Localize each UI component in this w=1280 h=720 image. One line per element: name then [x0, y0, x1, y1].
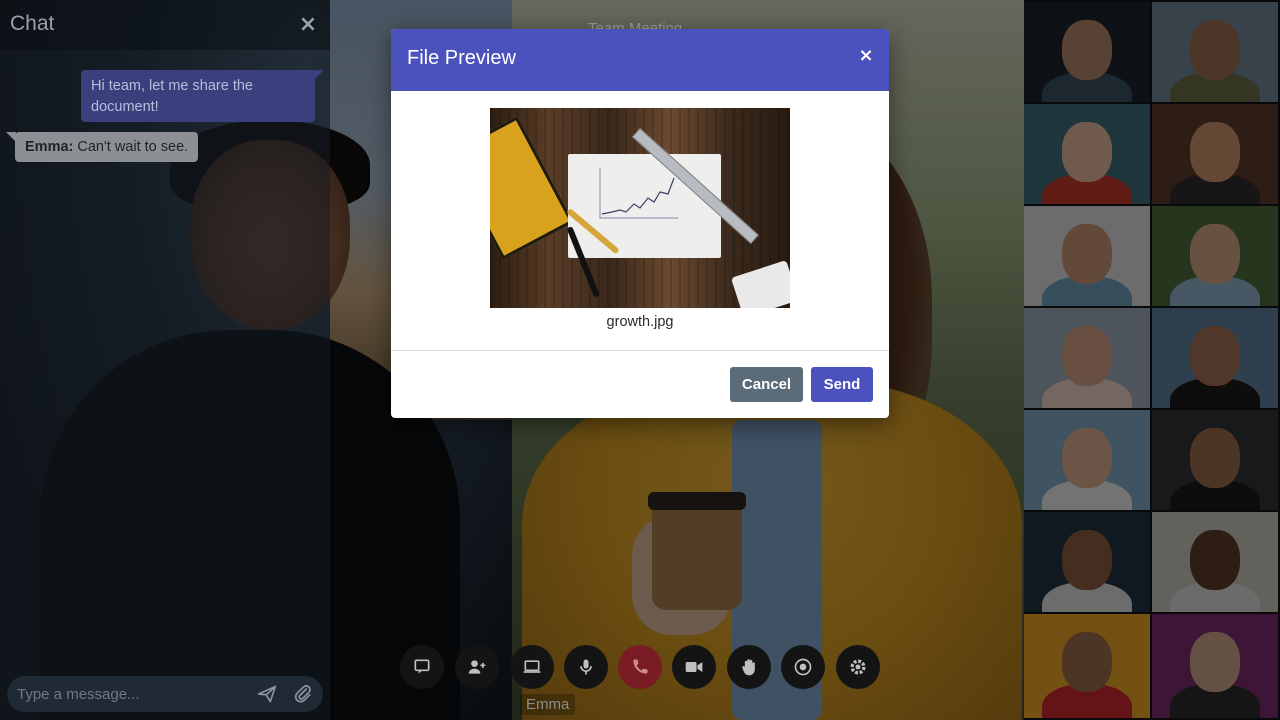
laptop-icon — [523, 660, 541, 673]
chat-message-own: Hi team, let me share the document! — [81, 70, 324, 122]
chat-message-text: Can't wait to see. — [77, 139, 189, 155]
hang-up-button[interactable] — [618, 645, 662, 689]
close-icon[interactable]: × — [297, 14, 319, 36]
chat-message-other: Emma: Can't wait to see. — [5, 132, 199, 162]
hand-icon — [742, 659, 755, 676]
chat-icon — [414, 659, 430, 674]
cancel-button[interactable]: Cancel — [730, 367, 803, 402]
message-input[interactable] — [17, 682, 242, 706]
file-preview-modal: File Preview × growth.jpg Cancel Send — [391, 29, 889, 418]
video-camera-icon — [685, 662, 703, 672]
screen-share-button[interactable] — [510, 645, 554, 689]
user-plus-icon — [468, 660, 486, 674]
close-icon[interactable]: × — [857, 47, 875, 65]
chat-message-author: Emma: — [25, 139, 74, 155]
send-button[interactable]: Send — [811, 367, 873, 402]
chat-panel: Chat × Hi team, let me share the documen… — [0, 0, 330, 720]
chart-sketch-graphic — [599, 168, 678, 219]
chat-title: Chat — [10, 12, 55, 35]
gear-icon — [850, 659, 866, 675]
raise-hand-button[interactable] — [727, 645, 771, 689]
video-call-app: Team Meeting Chat × Hi team, let me shar… — [0, 0, 1280, 720]
modal-divider — [391, 350, 889, 351]
microphone-icon — [580, 659, 592, 675]
microphone-button[interactable] — [564, 645, 608, 689]
camera-button[interactable] — [672, 645, 716, 689]
chat-message-text: Hi team, let me share the document! — [91, 78, 253, 115]
settings-button[interactable] — [836, 645, 880, 689]
file-name: growth.jpg — [606, 314, 674, 330]
record-icon — [794, 658, 812, 676]
paperclip-icon[interactable] — [293, 684, 313, 704]
chat-composer — [7, 676, 323, 712]
chat-toggle-button[interactable] — [400, 645, 444, 689]
chat-header: Chat × — [0, 0, 330, 50]
speaker-name-label: Emma — [520, 694, 576, 715]
modal-header: File Preview × — [391, 29, 889, 91]
send-icon[interactable] — [257, 684, 277, 704]
modal-title: File Preview — [407, 47, 516, 69]
phone-icon — [633, 659, 648, 674]
add-participant-button[interactable] — [455, 645, 499, 689]
file-preview-image — [490, 108, 790, 308]
record-button[interactable] — [781, 645, 825, 689]
